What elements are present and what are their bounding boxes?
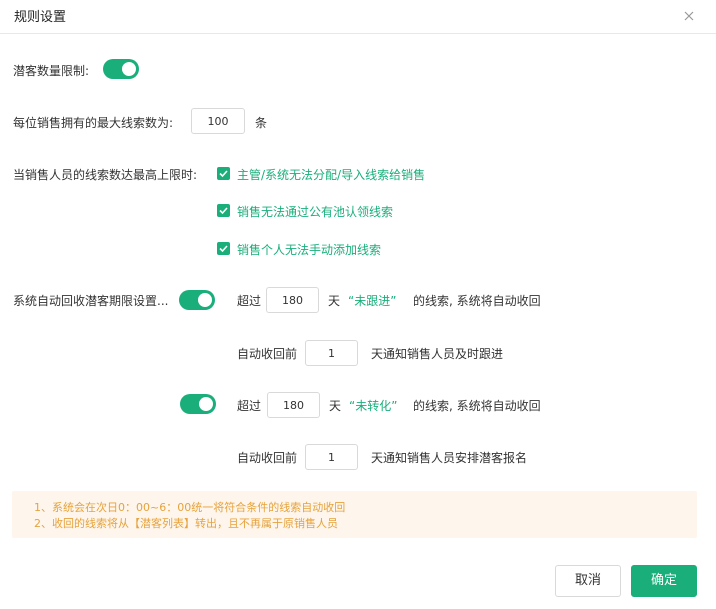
- notify-suffix: 天通知销售人员安排潜客报名: [371, 451, 528, 465]
- dialog-header: 规则设置: [0, 0, 716, 34]
- notice-box: 1、系统会在次日0：00~6：00统一将符合条件的线索自动收回 2、收回的线索将…: [12, 491, 697, 538]
- checkbox-claim-blocked[interactable]: [217, 204, 230, 217]
- rule-settings-dialog: 规则设置 潜客数量限制: 每位销售拥有的最大线索数为: 条 当销售人员的线索数达…: [0, 0, 716, 609]
- notify-prefix: 自动收回前: [237, 451, 298, 465]
- limit-toggle[interactable]: [103, 59, 139, 79]
- rule-status-unconverted: “未转化”: [349, 399, 398, 413]
- toggle-knob: [122, 62, 136, 76]
- rule-unconverted-days-input[interactable]: [267, 392, 320, 418]
- rule-days-unit: 天: [328, 294, 341, 308]
- auto-recycle-label: 系统自动回收潜客期限设置...: [13, 294, 169, 308]
- max-leads-input[interactable]: [191, 108, 245, 134]
- rule-unfollowed-notify-input[interactable]: [305, 340, 358, 366]
- when-limit-label: 当销售人员的线索数达最高上限时:: [13, 168, 198, 182]
- rule-unconverted-notify-input[interactable]: [305, 444, 358, 470]
- rule-unfollowed-days-input[interactable]: [266, 287, 319, 313]
- limit-label: 潜客数量限制:: [13, 64, 90, 78]
- max-leads-unit: 条: [255, 116, 268, 130]
- toggle-knob: [198, 293, 212, 307]
- rule-suffix: 的线索, 系统将自动收回: [413, 294, 541, 308]
- notice-line: 1、系统会在次日0：00~6：00统一将符合条件的线索自动收回: [34, 501, 346, 514]
- checkbox-manual-add-blocked[interactable]: [217, 242, 230, 255]
- notice-line: 2、收回的线索将从【潜客列表】转出，且不再属于原销售人员: [34, 517, 338, 530]
- rule-unconverted-toggle[interactable]: [180, 394, 216, 414]
- option-manual-add-blocked[interactable]: 销售个人无法手动添加线索: [237, 241, 381, 258]
- checkbox-assign-blocked[interactable]: [217, 167, 230, 180]
- notify-suffix: 天通知销售人员及时跟进: [371, 347, 504, 361]
- option-assign-blocked[interactable]: 主管/系统无法分配/导入线索给销售: [237, 166, 425, 183]
- cancel-button[interactable]: 取消: [555, 565, 621, 597]
- rule-prefix: 超过: [237, 399, 262, 413]
- close-icon[interactable]: [682, 9, 696, 23]
- notify-prefix: 自动收回前: [237, 347, 298, 361]
- rule-days-unit: 天: [329, 399, 342, 413]
- toggle-knob: [199, 397, 213, 411]
- rule-unfollowed-toggle[interactable]: [179, 290, 215, 310]
- rule-prefix: 超过: [237, 294, 262, 308]
- rule-status-unfollowed: “未跟进”: [348, 294, 397, 308]
- max-leads-label: 每位销售拥有的最大线索数为:: [13, 116, 174, 130]
- option-claim-blocked[interactable]: 销售无法通过公有池认领线索: [237, 203, 393, 220]
- ok-button[interactable]: 确定: [631, 565, 697, 597]
- dialog-title: 规则设置: [14, 10, 67, 25]
- rule-suffix: 的线索, 系统将自动收回: [413, 399, 541, 413]
